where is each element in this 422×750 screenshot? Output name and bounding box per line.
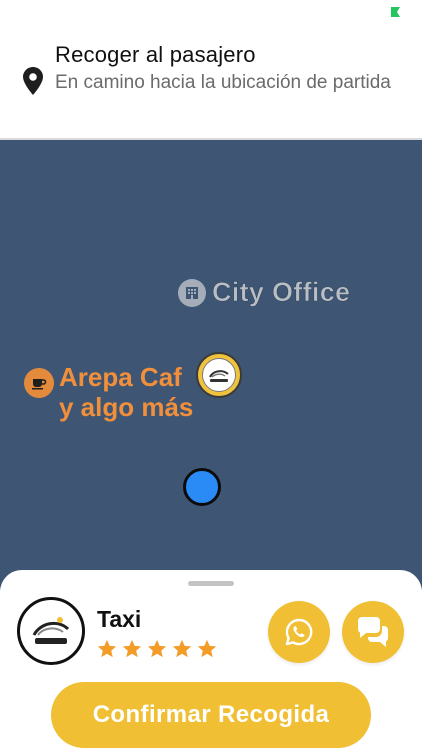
poi-label-line: Arepa Caf xyxy=(59,362,182,392)
status-indicator-icon xyxy=(391,7,400,17)
poi-arepa-cafe[interactable]: Arepa Caf y algo más xyxy=(24,362,193,422)
poi-city-office[interactable]: City Office xyxy=(178,277,350,308)
star-icon xyxy=(147,639,167,658)
driver-bottom-sheet: Taxi Confirmar Recogida xyxy=(0,570,422,750)
poi-label: Arepa Caf y algo más xyxy=(59,362,193,422)
star-icon xyxy=(172,639,192,658)
star-icon xyxy=(97,639,117,658)
chat-bubbles-icon xyxy=(357,617,389,647)
star-icon xyxy=(122,639,142,658)
star-icon xyxy=(197,639,217,658)
map-view[interactable]: City Office Arepa Caf y algo más xyxy=(0,140,422,590)
status-bar xyxy=(0,0,422,28)
confirm-pickup-button[interactable]: Confirmar Recogida xyxy=(51,682,371,748)
taxi-logo-icon xyxy=(202,358,236,392)
driver-rating xyxy=(96,638,218,660)
poi-label-line: y algo más xyxy=(59,392,194,422)
trip-status-text: En camino hacia la ubicación de partida xyxy=(55,72,391,93)
trip-header: Recoger al pasajero En camino hacia la u… xyxy=(0,28,422,140)
whatsapp-button[interactable] xyxy=(268,601,330,663)
driver-marker[interactable] xyxy=(196,352,242,398)
coffee-cup-icon xyxy=(24,368,54,398)
page-title: Recoger al pasajero xyxy=(55,42,256,67)
taxi-logo-icon xyxy=(32,617,70,644)
avatar xyxy=(17,597,85,665)
drag-handle[interactable] xyxy=(188,581,234,586)
poi-label: City Office xyxy=(212,277,351,308)
driver-name: Taxi xyxy=(97,606,142,632)
current-location-dot xyxy=(183,468,221,506)
location-pin-icon xyxy=(23,67,43,95)
whatsapp-icon xyxy=(285,618,313,646)
chat-button[interactable] xyxy=(342,601,404,663)
building-icon xyxy=(178,278,206,307)
